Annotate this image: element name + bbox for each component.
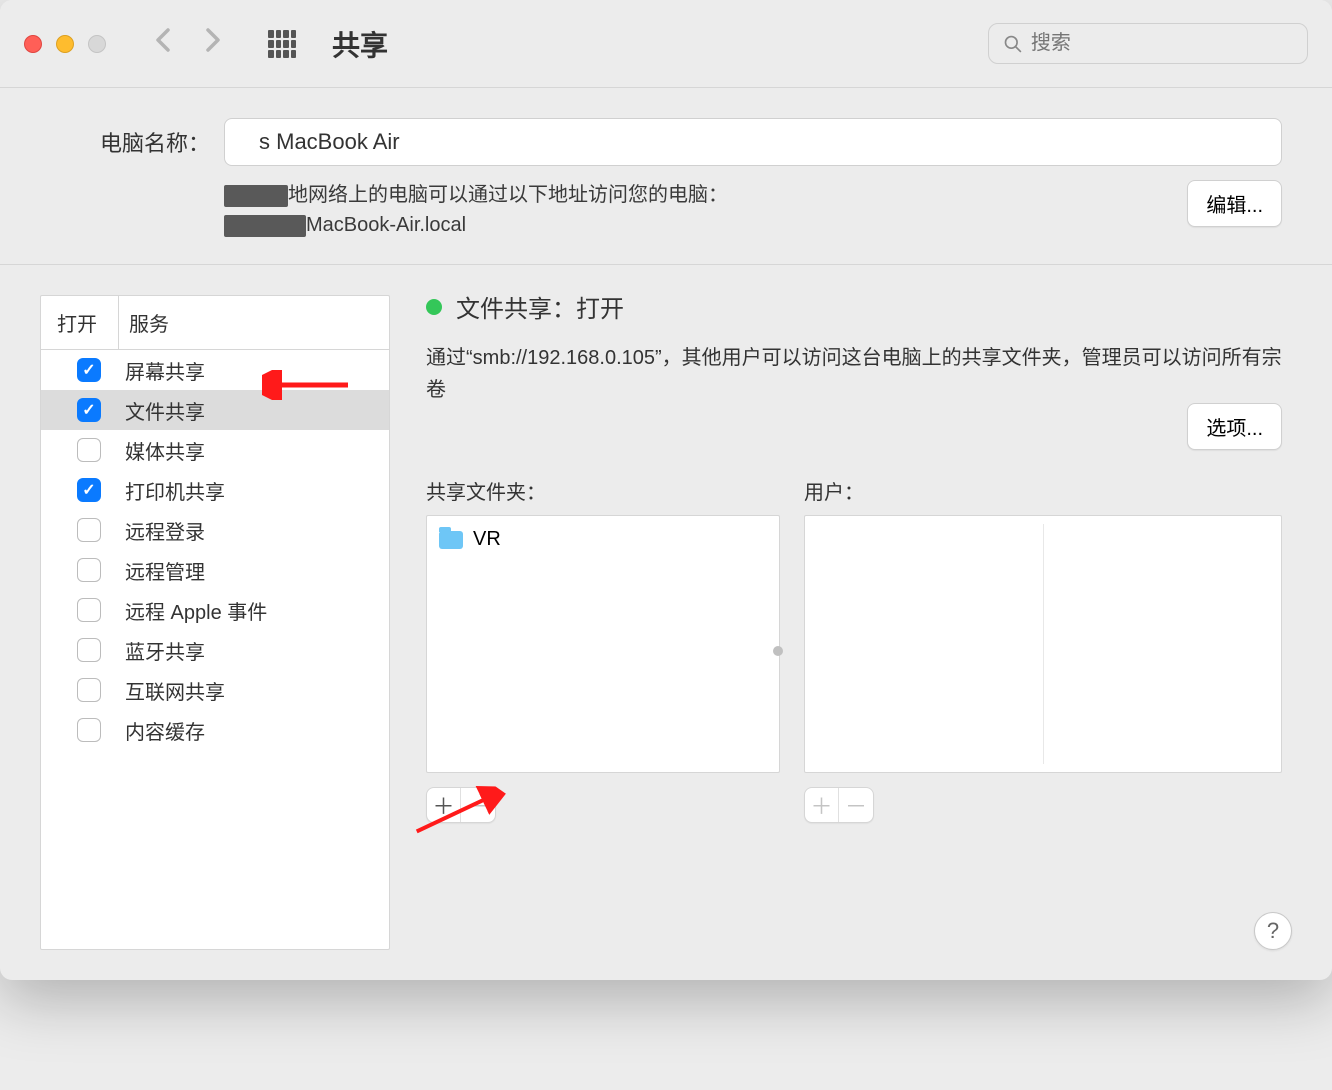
window-controls [24,35,106,53]
shared-folders-column: 共享文件夹： VR ＋ － [426,476,780,823]
service-label: 文件共享 [119,396,205,425]
service-label: 互联网共享 [119,676,225,705]
status-line: 文件共享：打开 [426,289,1282,324]
service-row[interactable]: 远程管理 [41,550,389,590]
service-row[interactable]: 互联网共享 [41,670,389,710]
forward-icon[interactable] [202,26,222,61]
back-icon[interactable] [154,26,174,61]
preferences-window: 共享 电脑名称： xxs MacBook Air 地网络上的电脑可以通过以下地址… [0,0,1332,980]
redacted-block [224,215,306,237]
folder-icon [439,531,463,549]
service-checkbox[interactable] [77,518,101,542]
main-content: 打开 服务 ✓ 屏幕共享 ✓ 文件共享媒体共享 ✓ 打印机共享远程登录远程管理远程 App… [0,265,1332,980]
fullscreen-window-button [88,35,106,53]
service-checkbox[interactable] [77,438,101,462]
show-all-icon[interactable] [268,30,296,58]
status-indicator-icon [426,299,442,315]
minimize-window-button[interactable] [56,35,74,53]
search-field[interactable] [988,23,1308,64]
service-row[interactable]: 内容缓存 [41,710,389,750]
search-input[interactable] [1031,32,1293,55]
service-row[interactable]: ✓ 打印机共享 [41,470,389,510]
service-label: 内容缓存 [119,716,205,745]
col-service-header: 服务 [119,296,179,349]
shared-area: 共享文件夹： VR ＋ － 用户： [426,476,1282,823]
service-label: 远程 Apple 事件 [119,596,267,625]
service-checkbox[interactable] [77,678,101,702]
detail-panel: 文件共享：打开 通过“smb://192.168.0.105”，其他用户可以访问… [426,295,1282,950]
search-icon [1003,33,1023,55]
help-button[interactable]: ? [1254,912,1292,950]
panel-title: 共享 [332,24,388,64]
service-row[interactable]: 远程 Apple 事件 [41,590,389,630]
users-column: 用户： ＋ － [804,476,1282,823]
shared-folders-label: 共享文件夹： [426,476,780,505]
service-checkbox[interactable]: ✓ [77,358,101,382]
service-checkbox[interactable] [77,718,101,742]
edit-button[interactable]: 编辑... [1187,180,1282,227]
add-user-button: ＋ [805,788,839,822]
folder-name: VR [473,528,501,551]
share-description: 通过“smb://192.168.0.105”，其他用户可以访问这台电脑上的共享… [426,342,1282,406]
service-label: 远程登录 [119,516,205,545]
annotation-arrow-icon [262,370,352,405]
computer-address-desc: 地网络上的电脑可以通过以下地址访问您的电脑： MacBook-Air.local [224,180,728,240]
service-label: 远程管理 [119,556,205,585]
service-row[interactable]: 蓝牙共享 [41,630,389,670]
redacted-block [224,185,288,207]
service-label: 屏幕共享 [119,356,205,385]
computer-name-input[interactable]: xxs MacBook Air [224,118,1282,166]
users-label: 用户： [804,476,1282,505]
remove-user-button: － [839,788,873,822]
services-header: 打开 服务 [41,296,389,350]
status-title: 文件共享：打开 [456,289,624,324]
service-checkbox[interactable]: ✓ [77,478,101,502]
folder-item[interactable]: VR [437,524,769,555]
service-label: 蓝牙共享 [119,636,205,665]
col-on-header: 打开 [41,296,119,349]
users-list[interactable] [804,515,1282,773]
service-row[interactable]: 远程登录 [41,510,389,550]
options-button[interactable]: 选项... [1187,403,1282,450]
services-list: ✓ 屏幕共享 ✓ 文件共享媒体共享 ✓ 打印机共享远程登录远程管理远程 Apple 事件蓝… [41,350,389,750]
service-label: 媒体共享 [119,436,205,465]
close-window-button[interactable] [24,35,42,53]
computer-name-label: 电脑名称： [60,118,210,158]
titlebar: 共享 [0,0,1332,88]
shared-folders-list[interactable]: VR [426,515,780,773]
users-add-remove: ＋ － [804,787,874,823]
service-checkbox[interactable] [77,638,101,662]
resize-handle-icon[interactable] [773,646,783,656]
service-checkbox[interactable] [77,558,101,582]
service-label: 打印机共享 [119,476,225,505]
nav-arrows [154,26,222,61]
header-section: 电脑名称： xxs MacBook Air 地网络上的电脑可以通过以下地址访问您… [0,88,1332,265]
service-row[interactable]: 媒体共享 [41,430,389,470]
service-checkbox[interactable] [77,598,101,622]
service-checkbox[interactable]: ✓ [77,398,101,422]
